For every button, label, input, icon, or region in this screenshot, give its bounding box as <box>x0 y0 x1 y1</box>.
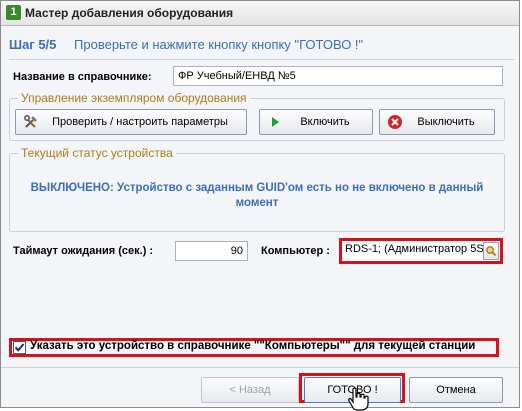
set-computer-label: Указать это устройство в справочнике ""К… <box>30 340 476 352</box>
computer-field[interactable]: RDS-1; (Администратор 5S) <box>339 238 503 264</box>
hand-cursor-icon <box>348 387 369 411</box>
name-field[interactable]: ФР Учебный/ЕНВД №5 <box>173 66 503 86</box>
back-button[interactable]: < Назад <box>201 377 299 403</box>
title-bar: 1 Мастер добавления оборудования <box>1 1 519 26</box>
check-settings-label: Проверить / настроить параметры <box>52 116 228 128</box>
checkmark-icon <box>14 343 25 352</box>
disable-button[interactable]: Выключить <box>379 109 495 135</box>
status-group-legend: Текущий статус устройства <box>18 146 176 160</box>
enable-label: Включить <box>300 116 350 128</box>
name-label: Название в справочнике: <box>13 71 152 83</box>
computer-label: Компьютер : <box>261 245 330 257</box>
footer-divider <box>1 367 519 368</box>
check-settings-button[interactable]: Проверить / настроить параметры <box>15 109 247 135</box>
disable-label: Выключить <box>417 116 475 128</box>
window-title: Мастер добавления оборудования <box>25 6 234 20</box>
stop-icon <box>388 115 402 129</box>
timeout-label: Таймаут ожидания (сек.) : <box>13 245 154 257</box>
step-number: Шаг 5/5 <box>9 37 57 52</box>
wizard-window: 1 Мастер добавления оборудования Шаг 5/5… <box>0 0 520 411</box>
set-computer-option[interactable]: Указать это устройство в справочнике ""К… <box>9 338 499 357</box>
computer-value: RDS-1; (Администратор 5S) <box>345 243 485 255</box>
manage-group-legend: Управление экземпляром оборудования <box>18 91 250 105</box>
header-divider <box>9 59 514 60</box>
device-status-text: ВЫКЛЮЧЕНО: Устройство с заданным GUID'ом… <box>30 182 484 209</box>
cancel-button[interactable]: Отмена <box>409 377 503 403</box>
search-icon <box>486 246 497 257</box>
play-icon <box>272 117 279 127</box>
set-computer-checkbox[interactable] <box>13 341 26 354</box>
enable-button[interactable]: Включить <box>259 109 373 135</box>
computer-select-button[interactable] <box>483 242 499 260</box>
tools-icon <box>24 115 37 128</box>
timeout-field[interactable]: 90 <box>175 241 248 261</box>
step-header: Шаг 5/5 Проверьте и нажмите кнопку кнопк… <box>9 37 363 52</box>
app-icon: 1 <box>6 5 21 20</box>
step-instruction: Проверьте и нажмите кнопку кнопку "ГОТОВ… <box>74 37 364 52</box>
